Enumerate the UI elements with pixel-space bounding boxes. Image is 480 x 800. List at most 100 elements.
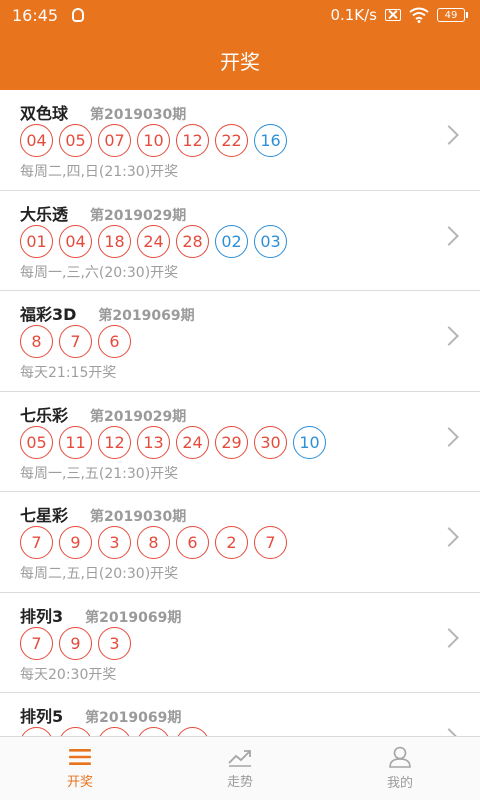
status-bar: 16:45 0.1K/s 49 (0, 0, 480, 30)
no-sim-icon (385, 9, 401, 21)
chevron-right-icon (439, 426, 459, 447)
red-ball: 29 (215, 425, 248, 459)
chevron-right-icon (439, 728, 459, 736)
tab-label: 我的 (386, 776, 413, 791)
blue-ball: 03 (254, 224, 287, 258)
red-ball: 9 (59, 727, 92, 736)
red-ball: 22 (215, 124, 248, 157)
red-ball: 8 (20, 325, 53, 358)
lottery-list: 双色球 第2019030期 04 05 07 10 12 22 16 每周二,四… (0, 90, 480, 736)
red-ball: 13 (137, 425, 170, 459)
bottom-tab-bar: 开奖 走势 我的 (0, 736, 480, 800)
ball-row: 7 9 3 8 6 2 7 (20, 526, 287, 559)
red-ball: 8 (137, 526, 170, 559)
user-icon (389, 746, 411, 768)
red-ball: 28 (176, 224, 209, 258)
red-ball: 18 (98, 224, 131, 258)
issue-number: 第2019030期 (90, 107, 187, 123)
issue-number: 第2019030期 (90, 509, 187, 525)
red-ball: 7 (59, 325, 92, 358)
ball-row: 7 9 3 (20, 626, 131, 660)
red-ball: 3 (98, 526, 131, 559)
blue-ball: 10 (293, 425, 326, 459)
red-ball: 2 (176, 727, 209, 736)
ball-row: 7 9 3 2 2 (20, 727, 209, 736)
red-ball: 6 (176, 526, 209, 559)
tab-trend[interactable]: 走势 (160, 737, 320, 800)
chevron-right-icon (439, 326, 459, 346)
issue-number: 第2019069期 (85, 710, 182, 726)
chevron-right-icon (439, 125, 459, 145)
red-ball: 10 (137, 124, 170, 157)
red-ball: 04 (20, 124, 53, 157)
wifi-icon (409, 7, 429, 23)
lottery-item[interactable]: 七星彩 第2019030期 7 9 3 8 6 2 7 每周二,五,日(20:3… (0, 492, 480, 593)
chevron-right-icon (439, 627, 459, 648)
red-ball: 01 (20, 224, 53, 258)
draw-schedule: 每天20:30开奖 (20, 666, 117, 683)
lottery-item[interactable]: 七乐彩 第2019029期 05 11 12 13 24 29 30 10 每周… (0, 392, 480, 492)
red-ball: 3 (98, 727, 131, 736)
game-name: 排列5 (20, 707, 64, 726)
trend-icon (228, 750, 251, 767)
issue-number: 第2019029期 (90, 408, 187, 425)
tab-label: 开奖 (66, 775, 93, 790)
battery-level: 49 (437, 8, 465, 22)
red-ball: 12 (98, 425, 131, 459)
draw-schedule: 每周一,三,六(20:30)开奖 (20, 264, 179, 281)
red-ball: 9 (59, 526, 92, 559)
qq-icon (72, 8, 85, 22)
issue-number: 第2019029期 (90, 207, 187, 224)
game-name: 排列3 (20, 606, 64, 626)
red-ball: 7 (20, 727, 53, 736)
draw-schedule: 每周二,四,日(21:30)开奖 (20, 164, 179, 180)
red-ball: 24 (176, 425, 209, 459)
game-name: 七乐彩 (20, 405, 69, 425)
ball-row: 8 7 6 (20, 325, 131, 358)
battery-icon: 49 (437, 8, 468, 22)
game-name: 七星彩 (20, 506, 69, 525)
lottery-item[interactable]: 双色球 第2019030期 04 05 07 10 12 22 16 每周二,四… (0, 90, 480, 191)
red-ball: 3 (98, 626, 131, 660)
network-speed: 0.1K/s (330, 6, 377, 24)
red-ball: 7 (20, 526, 53, 559)
ball-row: 04 05 07 10 12 22 16 (20, 124, 287, 157)
page-title-bar: 开奖 (0, 30, 480, 90)
red-ball: 11 (59, 425, 92, 459)
red-ball: 04 (59, 224, 92, 258)
lottery-item[interactable]: 排列3 第2019069期 7 9 3 每天20:30开奖 (0, 593, 480, 693)
game-name: 双色球 (20, 104, 69, 123)
red-ball: 9 (59, 626, 92, 660)
red-ball: 7 (254, 526, 287, 559)
red-ball: 05 (20, 425, 53, 459)
blue-ball: 02 (215, 224, 248, 258)
draw-schedule: 每天21:15开奖 (20, 365, 117, 381)
tab-label: 走势 (226, 775, 253, 790)
draw-schedule: 每周二,五,日(20:30)开奖 (20, 566, 179, 582)
issue-number: 第2019069期 (98, 308, 195, 324)
red-ball: 6 (98, 325, 131, 358)
red-ball: 12 (176, 124, 209, 157)
red-ball: 05 (59, 124, 92, 157)
lottery-item[interactable]: 大乐透 第2019029期 01 04 18 24 28 02 03 每周一,三… (0, 191, 480, 291)
draw-schedule: 每周一,三,五(21:30)开奖 (20, 465, 179, 482)
chevron-right-icon (439, 527, 459, 547)
page-title: 开奖 (220, 49, 260, 74)
game-name: 福彩3D (20, 305, 77, 324)
tab-mine[interactable]: 我的 (320, 737, 480, 800)
red-ball: 07 (98, 124, 131, 157)
chevron-right-icon (439, 225, 459, 246)
red-ball: 2 (137, 727, 170, 736)
lottery-item[interactable]: 排列5 第2019069期 7 9 3 2 2 (0, 693, 480, 736)
lottery-item[interactable]: 福彩3D 第2019069期 8 7 6 每天21:15开奖 (0, 291, 480, 392)
status-time: 16:45 (12, 5, 59, 25)
red-ball: 7 (20, 626, 53, 660)
ball-row: 01 04 18 24 28 02 03 (20, 224, 287, 258)
red-ball: 2 (215, 526, 248, 559)
blue-ball: 16 (254, 124, 287, 157)
red-ball: 24 (137, 224, 170, 258)
ball-row: 05 11 12 13 24 29 30 10 (20, 425, 326, 459)
tab-draw[interactable]: 开奖 (0, 737, 160, 800)
menu-icon (69, 749, 91, 765)
game-name: 大乐透 (20, 204, 69, 224)
